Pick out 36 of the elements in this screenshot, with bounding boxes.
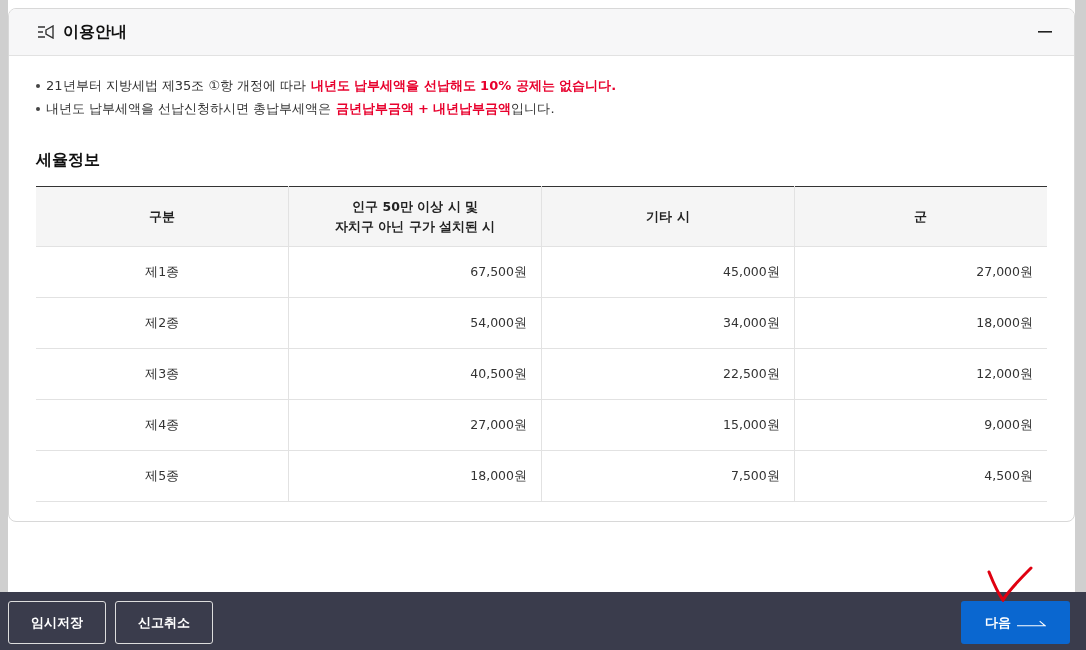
list-megaphone-icon [37, 25, 55, 39]
check-mark-drawing [985, 566, 1035, 602]
panel-title: 이용안내 [63, 21, 128, 43]
minus-icon [1038, 31, 1052, 33]
footer-button[interactable]: 신고취소 [115, 601, 213, 644]
table-cell: 27,000원 [288, 399, 542, 451]
table-cell: 34,000원 [541, 297, 795, 349]
table-cell: 45,000원 [541, 246, 795, 298]
table-cell: 22,500원 [541, 348, 795, 400]
table-cell: 9,000원 [794, 399, 1047, 451]
next-button[interactable]: 다음 [961, 601, 1070, 644]
table-cell: 제5종 [36, 450, 289, 502]
table-cell: 제2종 [36, 297, 289, 349]
notice-text: 21년부터 지방세법 제35조 ①항 개정에 따라 내년도 납부세액을 선납해도 10% 공제는 없습니다. [46, 77, 617, 95]
table-cell: 4,500원 [794, 450, 1047, 502]
table-cell: 18,000원 [794, 297, 1047, 349]
bullet-icon [36, 83, 40, 88]
column-header: 구분 [36, 186, 289, 247]
column-header: 군 [794, 186, 1047, 247]
table-cell: 54,000원 [288, 297, 542, 349]
table-cell: 제1종 [36, 246, 289, 298]
table-cell: 제4종 [36, 399, 289, 451]
bullet-icon [36, 106, 40, 111]
table-cell: 27,000원 [794, 246, 1047, 298]
notice-text: 내년도 납부세액을 선납신청하시면 총납부세액은 금년납부금액 + 내년납부금액입니다. [46, 100, 555, 118]
section-title: 세율정보 [36, 150, 101, 171]
column-header: 인구 50만 이상 시 및 자치구 아닌 구가 설치된 시 [288, 186, 542, 247]
table-cell: 7,500원 [541, 450, 795, 502]
table-cell: 40,500원 [288, 348, 542, 400]
table-cell: 12,000원 [794, 348, 1047, 400]
table-cell: 18,000원 [288, 450, 542, 502]
table-cell: 15,000원 [541, 399, 795, 451]
table-cell: 제3종 [36, 348, 289, 400]
footer-button[interactable]: 임시저장 [8, 601, 106, 644]
column-header: 기타 시 [541, 186, 795, 247]
table-cell: 67,500원 [288, 246, 542, 298]
